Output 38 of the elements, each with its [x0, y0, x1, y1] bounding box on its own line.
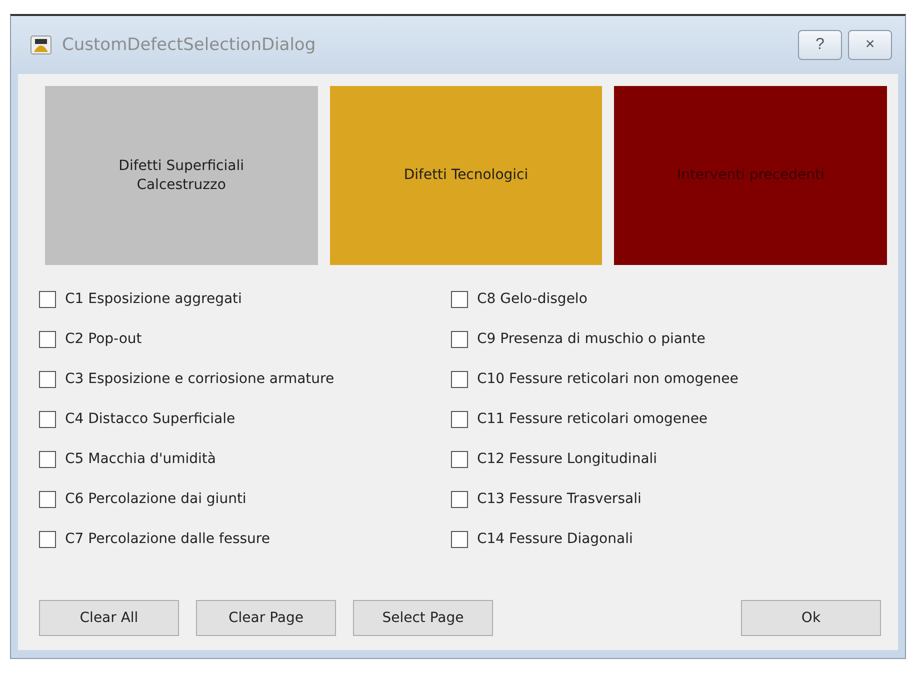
checkbox-label[interactable]: C8 Gelo-disgelo: [477, 291, 588, 307]
window-title: CustomDefectSelectionDialog: [62, 35, 317, 55]
checkbox[interactable]: [39, 330, 56, 348]
help-button[interactable]: ?: [798, 30, 842, 60]
checkbox-label[interactable]: C7 Percolazione dalle fessure: [65, 531, 270, 547]
ok-button[interactable]: Ok: [741, 600, 881, 636]
action-button[interactable]: Select Page: [353, 600, 493, 636]
checkbox[interactable]: [451, 530, 468, 548]
checkbox-label[interactable]: C1 Esposizione aggregati: [65, 291, 242, 307]
checkbox[interactable]: [39, 490, 56, 508]
checkbox[interactable]: [451, 450, 468, 468]
checkbox[interactable]: [451, 490, 468, 508]
checkbox[interactable]: [451, 370, 468, 388]
checkbox[interactable]: [39, 290, 56, 308]
checkbox-label[interactable]: C6 Percolazione dai giunti: [65, 491, 246, 507]
checkbox[interactable]: [39, 450, 56, 468]
checkbox-label[interactable]: C12 Fessure Longitudinali: [477, 451, 658, 467]
checkbox-label[interactable]: C11 Fessure reticolari omogenee: [477, 411, 708, 427]
app-icon: [30, 35, 52, 55]
category-tile[interactable]: Difetti Superficiali Calcestruzzo: [45, 86, 318, 265]
category-tile[interactable]: Difetti Tecnologici: [330, 86, 602, 265]
checkbox-label[interactable]: C10 Fessure reticolari non omogenee: [477, 371, 738, 387]
checkbox-label[interactable]: C5 Macchia d'umidità: [65, 451, 216, 467]
checkbox-label[interactable]: C3 Esposizione e corriosione armature: [65, 371, 334, 387]
checkbox-label[interactable]: C14 Fessure Diagonali: [477, 531, 633, 547]
action-button[interactable]: Clear All: [39, 600, 179, 636]
checkbox[interactable]: [39, 370, 56, 388]
checkbox[interactable]: [39, 530, 56, 548]
checkbox[interactable]: [451, 330, 468, 348]
close-button[interactable]: ×: [848, 30, 892, 60]
checkbox[interactable]: [451, 410, 468, 428]
checkbox-label[interactable]: C4 Distacco Superficiale: [65, 411, 236, 427]
checkbox-label[interactable]: C9 Presenza di muschio o piante: [477, 331, 706, 347]
checkbox[interactable]: [39, 410, 56, 428]
checkbox-label[interactable]: C13 Fessure Trasversali: [477, 491, 642, 507]
checkbox-label[interactable]: C2 Pop-out: [65, 331, 142, 347]
action-button[interactable]: Clear Page: [196, 600, 336, 636]
checkbox[interactable]: [451, 290, 468, 308]
